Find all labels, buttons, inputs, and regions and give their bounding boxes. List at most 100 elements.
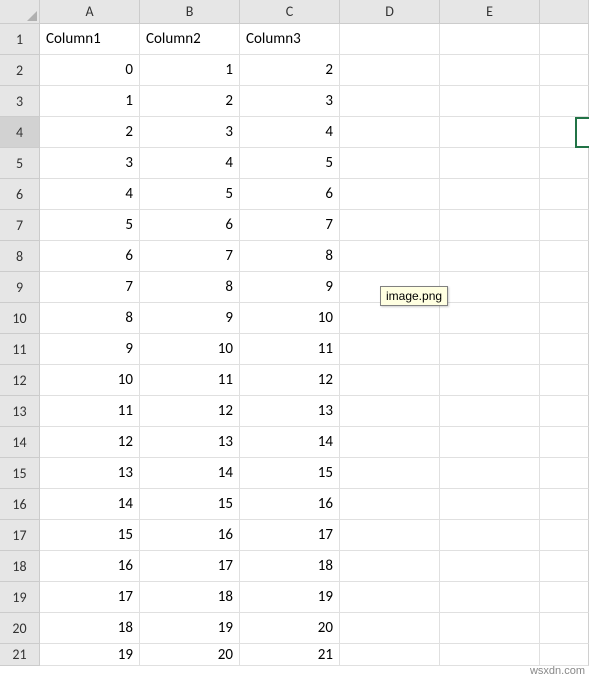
cell-E17[interactable] (440, 520, 540, 551)
cell-A7[interactable]: 5 (40, 210, 140, 241)
cell-B13[interactable]: 12 (140, 396, 240, 427)
cell-B17[interactable]: 16 (140, 520, 240, 551)
cell-A8[interactable]: 6 (40, 241, 140, 272)
row-header-14[interactable]: 14 (0, 427, 40, 458)
cell-E11[interactable] (440, 334, 540, 365)
cell-E15[interactable] (440, 458, 540, 489)
cell-18[interactable] (540, 551, 589, 582)
cell-E7[interactable] (440, 210, 540, 241)
cell-B10[interactable]: 9 (140, 303, 240, 334)
cell-C16[interactable]: 16 (240, 489, 340, 520)
cell-C12[interactable]: 12 (240, 365, 340, 396)
cell-19[interactable] (540, 582, 589, 613)
cell-C21[interactable]: 21 (240, 644, 340, 666)
cell-10[interactable] (540, 303, 589, 334)
cell-E2[interactable] (440, 55, 540, 86)
cell-E6[interactable] (440, 179, 540, 210)
cell-A19[interactable]: 17 (40, 582, 140, 613)
cell-C17[interactable]: 17 (240, 520, 340, 551)
cell-B6[interactable]: 5 (140, 179, 240, 210)
cell-B16[interactable]: 15 (140, 489, 240, 520)
cell-9[interactable] (540, 272, 589, 303)
column-header-B[interactable]: B (140, 0, 240, 24)
row-header-19[interactable]: 19 (0, 582, 40, 613)
cell-16[interactable] (540, 489, 589, 520)
cell-C5[interactable]: 5 (240, 148, 340, 179)
cell-A4[interactable]: 2 (40, 117, 140, 148)
row-header-16[interactable]: 16 (0, 489, 40, 520)
cell-B7[interactable]: 6 (140, 210, 240, 241)
column-header-end[interactable] (540, 0, 589, 24)
row-header-2[interactable]: 2 (0, 55, 40, 86)
cell-D1[interactable] (340, 24, 440, 55)
cell-A3[interactable]: 1 (40, 86, 140, 117)
cell-D7[interactable] (340, 210, 440, 241)
cell-17[interactable] (540, 520, 589, 551)
cell-E21[interactable] (440, 644, 540, 666)
column-header-D[interactable]: D (340, 0, 440, 24)
cell-B20[interactable]: 19 (140, 613, 240, 644)
cell-B4[interactable]: 3 (140, 117, 240, 148)
cell-A17[interactable]: 15 (40, 520, 140, 551)
cell-B9[interactable]: 8 (140, 272, 240, 303)
cell-D10[interactable] (340, 303, 440, 334)
cell-D2[interactable] (340, 55, 440, 86)
row-header-17[interactable]: 17 (0, 520, 40, 551)
cell-B15[interactable]: 14 (140, 458, 240, 489)
cell-E9[interactable] (440, 272, 540, 303)
row-header-3[interactable]: 3 (0, 86, 40, 117)
cell-D17[interactable] (340, 520, 440, 551)
cell-E4[interactable] (440, 117, 540, 148)
row-header-5[interactable]: 5 (0, 148, 40, 179)
cell-C6[interactable]: 6 (240, 179, 340, 210)
cell-C4[interactable]: 4 (240, 117, 340, 148)
cell-D18[interactable] (340, 551, 440, 582)
row-header-11[interactable]: 11 (0, 334, 40, 365)
cell-E20[interactable] (440, 613, 540, 644)
cell-21[interactable] (540, 644, 589, 666)
cell-B18[interactable]: 17 (140, 551, 240, 582)
cell-B21[interactable]: 20 (140, 644, 240, 666)
cell-E1[interactable] (440, 24, 540, 55)
cell-D5[interactable] (340, 148, 440, 179)
cell-A20[interactable]: 18 (40, 613, 140, 644)
row-header-20[interactable]: 20 (0, 613, 40, 644)
cell-5[interactable] (540, 148, 589, 179)
cell-A1[interactable]: Column1 (40, 24, 140, 55)
cell-A16[interactable]: 14 (40, 489, 140, 520)
cell-C18[interactable]: 18 (240, 551, 340, 582)
row-header-12[interactable]: 12 (0, 365, 40, 396)
row-header-13[interactable]: 13 (0, 396, 40, 427)
column-header-A[interactable]: A (40, 0, 140, 24)
cell-8[interactable] (540, 241, 589, 272)
cell-A10[interactable]: 8 (40, 303, 140, 334)
cell-E12[interactable] (440, 365, 540, 396)
cell-D14[interactable] (340, 427, 440, 458)
cell-C8[interactable]: 8 (240, 241, 340, 272)
row-header-4[interactable]: 4 (0, 117, 40, 148)
cell-C1[interactable]: Column3 (240, 24, 340, 55)
row-header-10[interactable]: 10 (0, 303, 40, 334)
cell-6[interactable] (540, 179, 589, 210)
cell-2[interactable] (540, 55, 589, 86)
cell-20[interactable] (540, 613, 589, 644)
cell-C3[interactable]: 3 (240, 86, 340, 117)
cell-D13[interactable] (340, 396, 440, 427)
cell-C13[interactable]: 13 (240, 396, 340, 427)
row-header-1[interactable]: 1 (0, 24, 40, 55)
cell-B1[interactable]: Column2 (140, 24, 240, 55)
cell-E19[interactable] (440, 582, 540, 613)
cell-A2[interactable]: 0 (40, 55, 140, 86)
cell-C11[interactable]: 11 (240, 334, 340, 365)
cell-D6[interactable] (340, 179, 440, 210)
cell-E5[interactable] (440, 148, 540, 179)
cell-B2[interactable]: 1 (140, 55, 240, 86)
row-header-9[interactable]: 9 (0, 272, 40, 303)
row-header-21[interactable]: 21 (0, 644, 40, 666)
column-header-C[interactable]: C (240, 0, 340, 24)
cell-D4[interactable] (340, 117, 440, 148)
cell-C15[interactable]: 15 (240, 458, 340, 489)
cell-3[interactable] (540, 86, 589, 117)
cell-A6[interactable]: 4 (40, 179, 140, 210)
cell-C19[interactable]: 19 (240, 582, 340, 613)
